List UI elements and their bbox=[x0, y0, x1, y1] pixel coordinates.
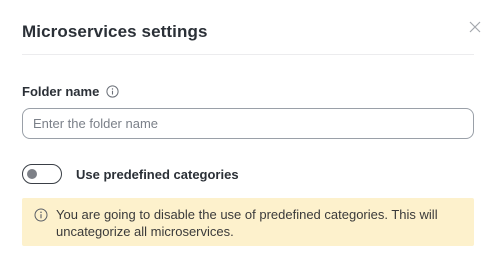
info-icon bbox=[34, 208, 48, 222]
toggle-label: Use predefined categories bbox=[76, 166, 239, 182]
folder-name-label-row: Folder name bbox=[22, 84, 119, 99]
predefined-categories-toggle[interactable] bbox=[22, 164, 62, 184]
warning-banner: You are going to disable the use of pred… bbox=[22, 198, 474, 246]
folder-name-input[interactable] bbox=[22, 108, 474, 139]
folder-name-label: Folder name bbox=[22, 84, 100, 99]
close-icon bbox=[469, 21, 481, 33]
toggle-knob bbox=[27, 169, 37, 179]
header-divider bbox=[22, 54, 474, 55]
predefined-categories-row: Use predefined categories bbox=[22, 164, 239, 184]
close-button[interactable] bbox=[466, 18, 484, 36]
warning-text: You are going to disable the use of pred… bbox=[56, 207, 438, 239]
dialog-title: Microservices settings bbox=[22, 22, 208, 41]
microservices-settings-dialog: Microservices settings Folder name Use p… bbox=[0, 0, 499, 274]
info-icon[interactable] bbox=[106, 85, 119, 98]
